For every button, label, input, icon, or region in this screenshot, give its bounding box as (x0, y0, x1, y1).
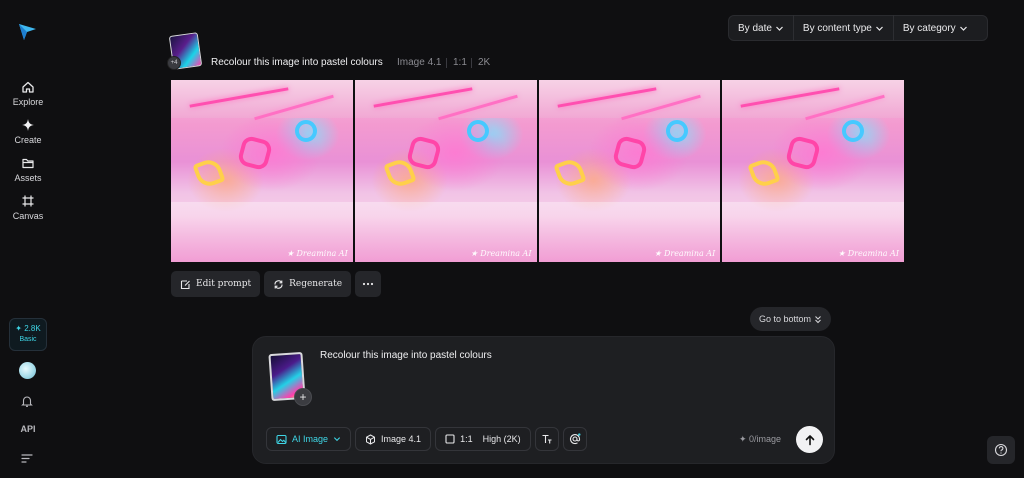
sidebar-item-canvas[interactable]: Canvas (0, 194, 56, 221)
sidebar-item-label: Explore (12, 97, 44, 107)
menu-icon[interactable] (20, 452, 34, 464)
generation-ratio: 1:1 (453, 57, 467, 68)
filter-by-content-type[interactable]: By content type (792, 15, 893, 41)
cube-icon (366, 433, 376, 445)
model-select[interactable]: Image 4.1 (355, 427, 432, 451)
watermark: ★ Dreamina AI (286, 249, 348, 258)
mode-label: AI Image (292, 434, 329, 444)
sidebar-item-label: Create (14, 135, 42, 145)
reference-count-badge: +4 (167, 56, 181, 70)
sidebar: Explore Create Assets Canvas ✦ 2.8K Basi… (0, 0, 56, 478)
generation-prompt: Recolour this image into pastel colours (211, 57, 383, 68)
button-label: Edit prompt (196, 279, 252, 289)
sparkle-icon (22, 119, 34, 131)
generation-actions: Edit prompt Regenerate (171, 271, 382, 297)
bell-icon[interactable] (20, 394, 34, 408)
logo-icon[interactable] (16, 20, 38, 42)
more-horizontal-icon (362, 282, 374, 286)
generated-image[interactable]: ★ Dreamina AI (354, 80, 537, 262)
sidebar-item-explore[interactable]: Explore (0, 80, 56, 107)
help-button[interactable] (987, 436, 1015, 464)
filter-label: By category (902, 22, 956, 34)
add-reference-button[interactable]: + (294, 388, 312, 406)
prompt-composer: + AI Image Image 4.1 1:1 High (2K) (252, 336, 835, 464)
sidebar-item-create[interactable]: Create (0, 118, 56, 145)
edit-icon (180, 279, 190, 289)
chevron-down-icon (959, 26, 967, 31)
text-icon (542, 434, 552, 444)
aspect-quality-select[interactable]: 1:1 High (2K) (435, 427, 531, 451)
credits-amount: ✦ 2.8K (15, 324, 41, 333)
chevron-down-icon (775, 26, 783, 31)
ratio-label: 1:1 (460, 434, 473, 444)
model-label: Image 4.1 (381, 434, 422, 444)
aspect-ratio: 1:1 (445, 434, 473, 444)
button-label: Regenerate (289, 279, 343, 289)
generated-image[interactable]: ★ Dreamina AI (722, 80, 904, 262)
sidebar-item-label: Assets (14, 173, 42, 183)
chevron-down-icon (875, 26, 883, 31)
composer-toolbar: AI Image Image 4.1 1:1 High (2K) (266, 427, 587, 451)
folder-icon (22, 158, 34, 169)
watermark: ★ Dreamina AI (837, 249, 899, 258)
generated-image[interactable]: ★ Dreamina AI (538, 80, 721, 262)
divider (471, 58, 472, 68)
go-to-bottom-button[interactable]: Go to bottom (750, 307, 832, 331)
sidebar-item-label: Canvas (12, 211, 44, 221)
filter-by-date[interactable]: By date (729, 15, 793, 41)
edit-prompt-button[interactable]: Edit prompt (171, 271, 261, 297)
filter-label: By date (738, 22, 772, 34)
at-sign-icon (569, 433, 581, 445)
image-icon (276, 434, 287, 444)
refresh-icon (274, 279, 283, 289)
chevron-down-icon (333, 437, 341, 442)
arrow-up-icon (805, 434, 814, 445)
generation-model: Image 4.1 (397, 57, 442, 68)
double-chevron-down-icon (815, 315, 821, 323)
mention-button[interactable] (562, 427, 587, 451)
avatar[interactable] (19, 362, 36, 379)
watermark: ★ Dreamina AI (654, 249, 716, 258)
plan-label: Basic (19, 336, 37, 343)
credits-badge[interactable]: ✦ 2.8K Basic (9, 318, 47, 351)
home-icon (22, 81, 34, 93)
button-label: Go to bottom (759, 314, 812, 324)
generated-image[interactable]: ★ Dreamina AI (171, 80, 353, 262)
more-options-button[interactable] (355, 271, 382, 297)
generated-images: ★ Dreamina AI ★ Dreamina AI ★ Dreamina A… (171, 80, 904, 262)
mode-select[interactable]: AI Image (266, 427, 352, 451)
send-button[interactable] (796, 426, 823, 453)
quality-label: High (2K) (482, 434, 521, 444)
text-style-button[interactable] (534, 427, 559, 451)
square-icon (445, 434, 455, 444)
filter-label: By content type (802, 22, 872, 34)
api-link[interactable]: API (0, 424, 56, 434)
sidebar-item-assets[interactable]: Assets (0, 156, 56, 183)
canvas-frame-icon (22, 195, 34, 207)
prompt-input[interactable] (320, 350, 800, 361)
generation-resolution: 2K (478, 57, 491, 68)
help-icon (994, 443, 1008, 457)
filter-bar: By date By content type By category (728, 15, 988, 41)
divider (446, 58, 447, 68)
watermark: ★ Dreamina AI (470, 249, 532, 258)
app-root: Explore Create Assets Canvas ✦ 2.8K Basi… (0, 0, 1024, 478)
filter-by-category[interactable]: By category (892, 15, 977, 41)
regenerate-button[interactable]: Regenerate (264, 271, 352, 297)
credit-cost: ✦ 0/image (739, 434, 782, 444)
